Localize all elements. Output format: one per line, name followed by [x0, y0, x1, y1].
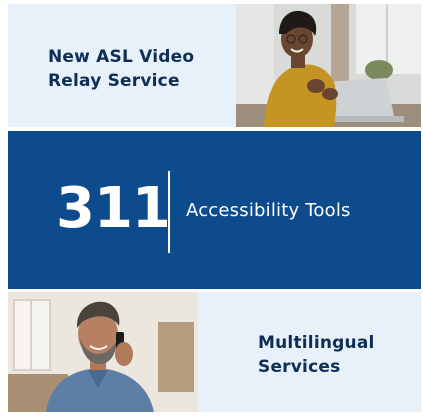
woman-signing-at-laptop-photo [236, 4, 421, 127]
accessibility-banner: 311 Accessibility Tools [8, 131, 421, 289]
accessibility-tools-label: Accessibility Tools [186, 200, 351, 221]
vertical-divider [168, 171, 170, 253]
multilingual-title: Multilingual Services [258, 333, 375, 377]
video-relay-title: New ASL Video Relay Service [48, 47, 195, 91]
man-on-phone-call-photo [8, 292, 198, 412]
accessibility-services-graphic: New ASL Video Relay Service 311 Accessib… [0, 0, 423, 416]
woman-signing-illustration [236, 4, 421, 127]
man-phone-illustration [8, 292, 198, 412]
phone-number-311: 311 [56, 176, 171, 241]
